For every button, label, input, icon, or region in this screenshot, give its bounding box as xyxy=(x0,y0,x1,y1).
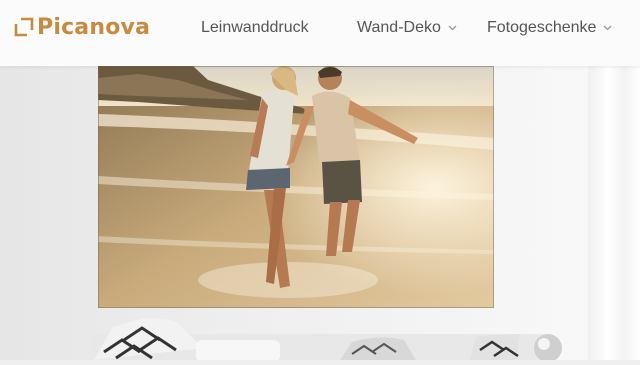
brand-logo[interactable]: Picanova xyxy=(14,12,150,42)
nav-item-label: Wand-Deko xyxy=(357,19,441,36)
sofa-with-cushions xyxy=(0,306,640,364)
chevron-down-icon xyxy=(448,25,457,31)
nav-item-leinwanddruck[interactable]: Leinwanddruck xyxy=(201,17,309,39)
hero-image xyxy=(0,66,640,364)
canvas-print-photo xyxy=(98,66,494,308)
site-header: Picanova Leinwanddruck Wand-Deko Fotoges… xyxy=(0,0,640,66)
nav-item-fotogeschenke[interactable]: Fotogeschenke xyxy=(487,17,612,39)
chevron-down-icon xyxy=(603,25,612,31)
nav-item-label: Fotogeschenke xyxy=(487,19,597,36)
brand-name: Picanova xyxy=(37,14,151,40)
nav-item-wand-deko[interactable]: Wand-Deko xyxy=(357,17,457,39)
nav-item-label: Leinwanddruck xyxy=(201,19,309,36)
logo-mark-icon xyxy=(14,17,34,37)
